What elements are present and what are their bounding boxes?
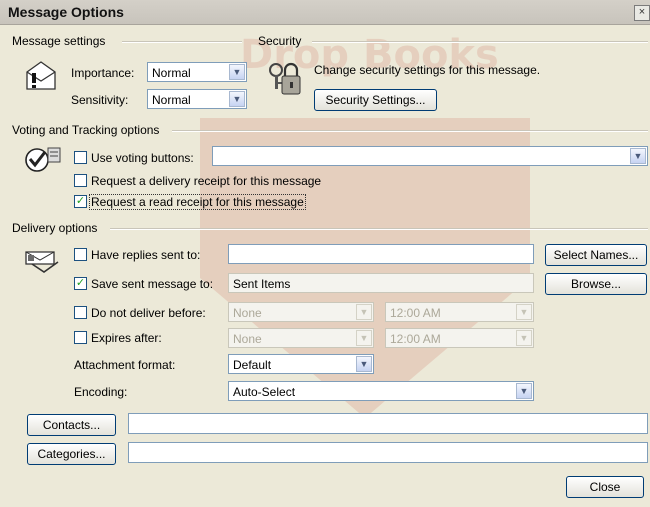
window-title: Message Options: [8, 4, 124, 20]
chevron-down-icon[interactable]: ▼: [229, 64, 245, 80]
sensitivity-label: Sensitivity:: [71, 93, 129, 107]
do-not-deliver-date-select[interactable]: None ▼: [228, 302, 374, 322]
expires-checkbox[interactable]: [74, 331, 87, 344]
delivery-heading: Delivery options: [12, 221, 98, 235]
voting-buttons-select[interactable]: ▼: [212, 146, 648, 166]
sensitivity-select[interactable]: Normal ▼: [147, 89, 247, 109]
encoding-value: Auto-Select: [233, 385, 296, 399]
divider: [312, 41, 648, 43]
select-names-button[interactable]: Select Names...: [545, 244, 647, 266]
encoding-label: Encoding:: [74, 385, 128, 399]
importance-select[interactable]: Normal ▼: [147, 62, 247, 82]
voting-heading: Voting and Tracking options: [12, 123, 160, 137]
chevron-down-icon[interactable]: ▼: [516, 330, 532, 346]
do-not-deliver-date: None: [233, 306, 262, 320]
contacts-button[interactable]: Contacts...: [27, 414, 116, 436]
categories-field[interactable]: [128, 442, 648, 463]
title-bar: Message Options ×: [0, 0, 650, 25]
divider: [122, 41, 242, 43]
divider: [110, 228, 648, 230]
chevron-down-icon[interactable]: ▼: [229, 91, 245, 107]
expires-time: 12:00 AM: [390, 332, 441, 346]
attachment-format-label: Attachment format:: [74, 358, 176, 372]
security-settings-button[interactable]: Security Settings...: [314, 89, 437, 111]
chevron-down-icon[interactable]: ▼: [630, 148, 646, 164]
envelope-importance-icon: [26, 61, 56, 90]
close-window-button[interactable]: ×: [634, 5, 650, 21]
do-not-deliver-label: Do not deliver before:: [91, 306, 206, 320]
use-voting-label: Use voting buttons:: [91, 151, 194, 165]
message-settings-heading: Message settings: [12, 34, 106, 48]
chevron-down-icon[interactable]: ▼: [356, 330, 372, 346]
expires-time-select[interactable]: 12:00 AM ▼: [385, 328, 534, 348]
encoding-select[interactable]: Auto-Select ▼: [228, 381, 534, 401]
save-sent-field[interactable]: Sent Items: [228, 273, 534, 293]
save-sent-label: Save sent message to:: [91, 277, 214, 291]
delivery-envelope-icon: [25, 251, 59, 273]
attachment-format-value: Default: [233, 358, 272, 372]
importance-label: Importance:: [71, 66, 135, 80]
security-description: Change security settings for this messag…: [314, 63, 541, 77]
do-not-deliver-time-select[interactable]: 12:00 AM ▼: [385, 302, 534, 322]
lock-key-icon: [269, 62, 301, 95]
contacts-field[interactable]: [128, 413, 648, 434]
do-not-deliver-checkbox[interactable]: [74, 306, 87, 319]
chevron-down-icon[interactable]: ▼: [516, 383, 532, 399]
sensitivity-value: Normal: [152, 93, 191, 107]
read-receipt-checkbox[interactable]: ✓: [74, 195, 87, 208]
delivery-receipt-checkbox[interactable]: [74, 174, 87, 187]
delivery-receipt-label: Request a delivery receipt for this mess…: [91, 174, 322, 188]
importance-value: Normal: [152, 66, 191, 80]
browse-button[interactable]: Browse...: [545, 273, 647, 295]
close-button[interactable]: Close: [566, 476, 644, 498]
have-replies-checkbox[interactable]: [74, 248, 87, 261]
chevron-down-icon[interactable]: ▼: [356, 356, 372, 372]
attachment-format-select[interactable]: Default ▼: [228, 354, 374, 374]
checkmark-voting-icon: [25, 147, 61, 172]
expires-label: Expires after:: [91, 331, 162, 345]
categories-button[interactable]: Categories...: [27, 443, 116, 465]
expires-date-select[interactable]: None ▼: [228, 328, 374, 348]
read-receipt-label: Request a read receipt for this message: [89, 194, 306, 210]
chevron-down-icon[interactable]: ▼: [516, 304, 532, 320]
expires-date: None: [233, 332, 262, 346]
divider: [172, 130, 648, 132]
save-sent-value: Sent Items: [233, 277, 291, 291]
save-sent-checkbox[interactable]: ✓: [74, 277, 87, 290]
replies-to-field[interactable]: [228, 244, 534, 264]
use-voting-checkbox[interactable]: [74, 151, 87, 164]
chevron-down-icon[interactable]: ▼: [356, 304, 372, 320]
have-replies-label: Have replies sent to:: [91, 248, 201, 262]
security-heading: Security: [258, 34, 302, 48]
do-not-deliver-time: 12:00 AM: [390, 306, 441, 320]
